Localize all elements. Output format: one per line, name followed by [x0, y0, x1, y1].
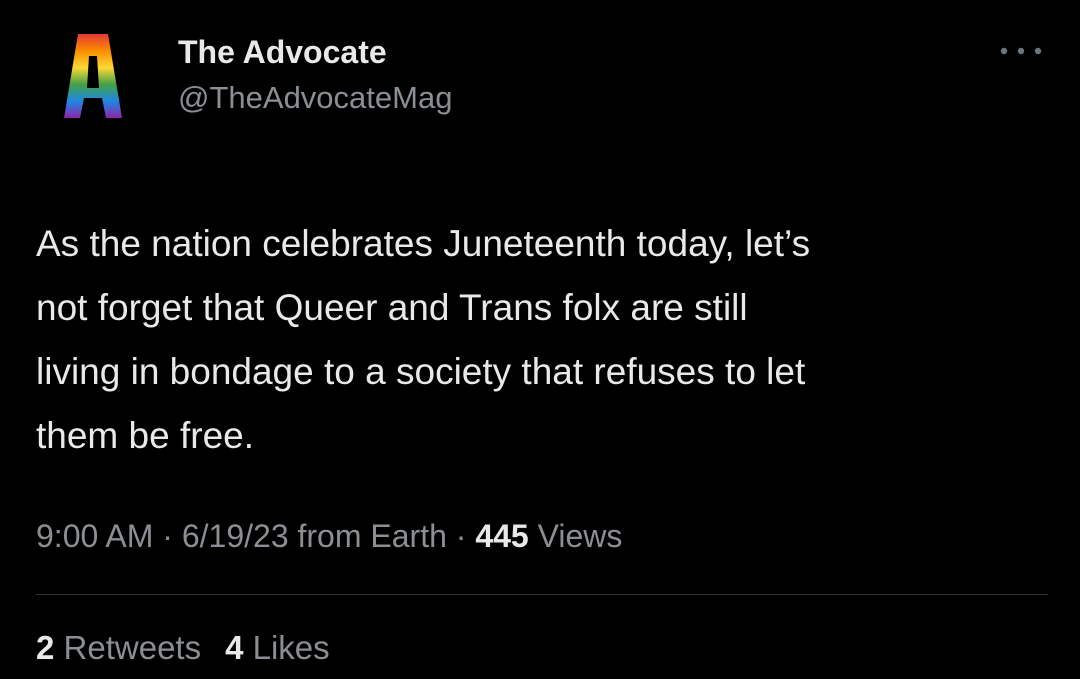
views-count: 445 — [475, 518, 529, 554]
user-handle[interactable]: @TheAdvocateMag — [178, 78, 452, 118]
separator: · — [455, 518, 467, 554]
retweets-count: 2 — [36, 629, 55, 666]
display-name[interactable]: The Advocate — [178, 32, 452, 72]
tweet-source: from Earth — [297, 518, 447, 554]
tweet-text-line: living in bondage to a society that refu… — [36, 351, 806, 392]
tweet-text-line: not forget that Queer and Trans folx are… — [36, 287, 748, 328]
tweet-text-line: them be free. — [36, 415, 255, 456]
retweets-stat[interactable]: 2 Retweets — [36, 629, 201, 666]
tweet-time[interactable]: 9:00 AM — [36, 518, 153, 554]
more-options-icon[interactable] — [994, 36, 1048, 66]
likes-stat[interactable]: 4 Likes — [225, 629, 330, 666]
views-label: Views — [537, 518, 623, 554]
tweet-text: As the nation celebrates Juneteenth toda… — [36, 212, 1046, 468]
author-block: The Advocate @TheAdvocateMag — [178, 32, 452, 118]
likes-label: Likes — [252, 629, 330, 666]
rainbow-a-logo-icon — [64, 34, 122, 118]
divider — [36, 594, 1048, 595]
likes-count: 4 — [225, 629, 244, 666]
tweet-text-line: As the nation celebrates Juneteenth toda… — [36, 223, 811, 264]
engagement-stats: 2 Retweets 4 Likes — [36, 624, 330, 672]
avatar[interactable] — [64, 34, 122, 118]
tweet-date[interactable]: 6/19/23 — [182, 518, 289, 554]
tweet-card: The Advocate @TheAdvocateMag As the nati… — [0, 0, 1080, 679]
retweets-label: Retweets — [63, 629, 202, 666]
separator: · — [162, 518, 173, 554]
tweet-metadata: 9:00 AM · 6/19/23 from Earth · 445 Views — [36, 512, 622, 560]
